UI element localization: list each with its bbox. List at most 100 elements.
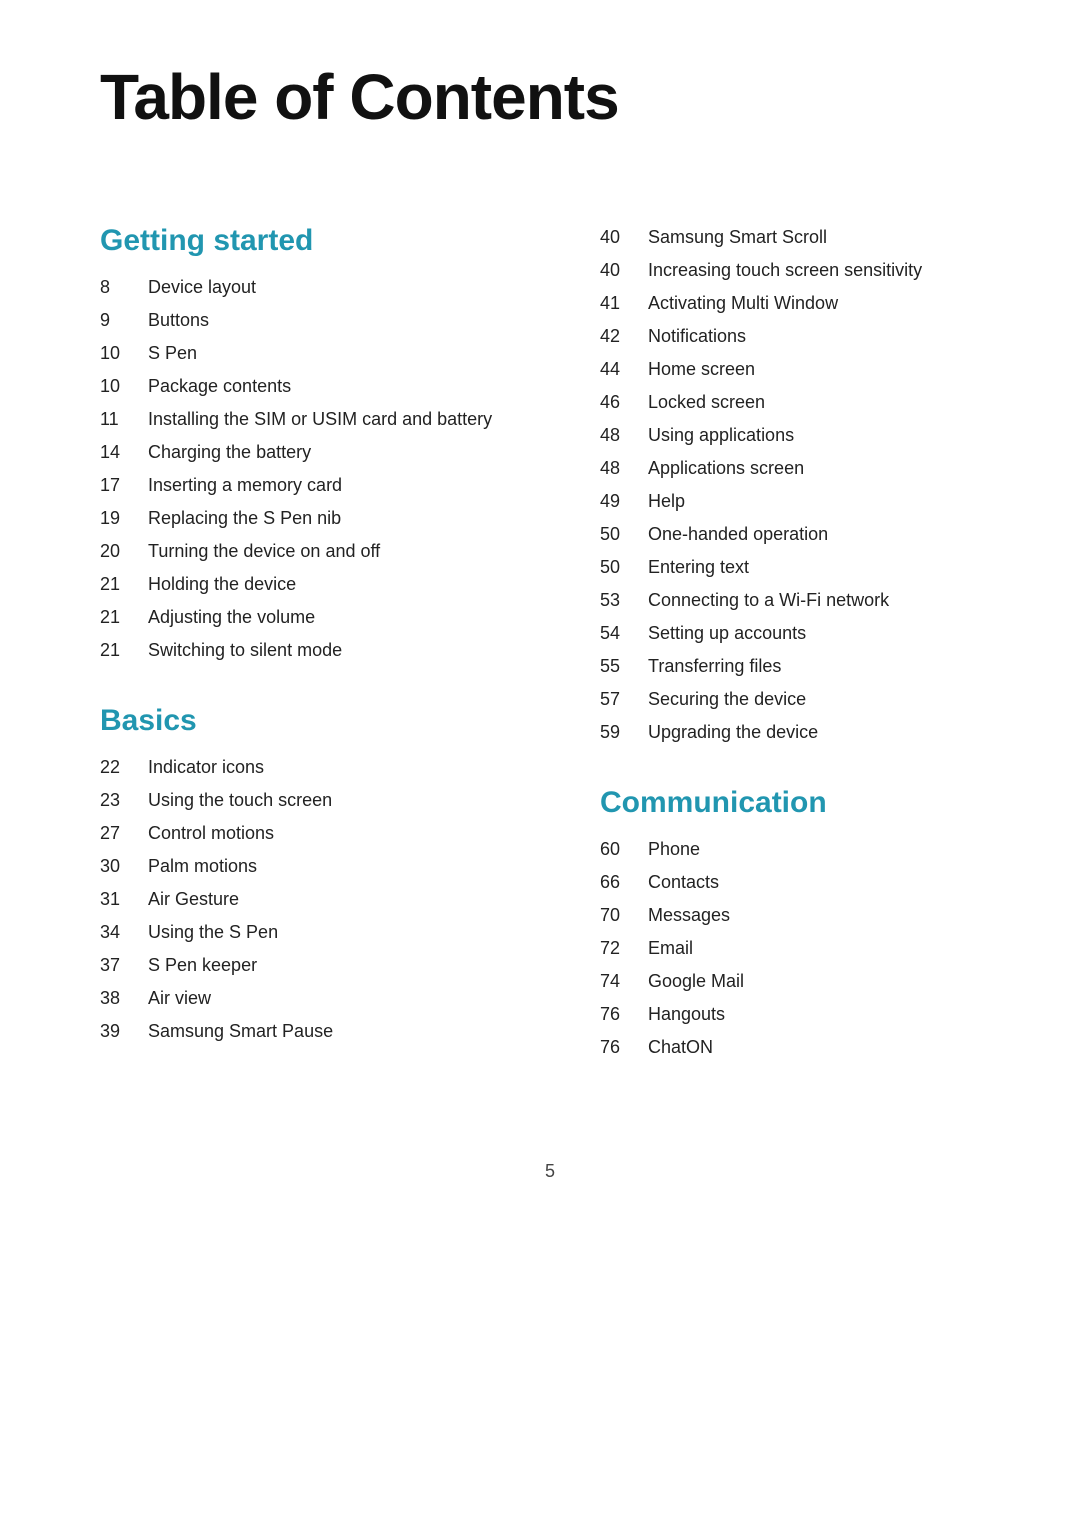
list-item: 55Transferring files [600, 653, 1000, 680]
toc-page-number: 46 [600, 389, 648, 416]
toc-item-text: Locked screen [648, 389, 765, 416]
toc-page-number: 41 [600, 290, 648, 317]
toc-item-text: Transferring files [648, 653, 781, 680]
toc-item-text: Adjusting the volume [148, 604, 315, 631]
toc-page-number: 11 [100, 406, 148, 433]
toc-item-text: Setting up accounts [648, 620, 806, 647]
toc-item-text: Home screen [648, 356, 755, 383]
toc-page-number: 76 [600, 1001, 648, 1028]
toc-item-text: Notifications [648, 323, 746, 350]
toc-page-number: 8 [100, 274, 148, 301]
toc-item-text: Charging the battery [148, 439, 311, 466]
toc-page-number: 55 [600, 653, 648, 680]
toc-page-number: 53 [600, 587, 648, 614]
list-item: 50One-handed operation [600, 521, 1000, 548]
list-item: 21Holding the device [100, 571, 500, 598]
list-item: 21Switching to silent mode [100, 637, 500, 664]
list-item: 21Adjusting the volume [100, 604, 500, 631]
page-title: Table of Contents [100, 60, 1000, 134]
toc-item-text: Using applications [648, 422, 794, 449]
toc-page-number: 54 [600, 620, 648, 647]
list-item: 76ChatON [600, 1034, 1000, 1061]
list-item: 59Upgrading the device [600, 719, 1000, 746]
list-item: 31Air Gesture [100, 886, 500, 913]
toc-item-text: Samsung Smart Pause [148, 1018, 333, 1045]
toc-item-text: S Pen [148, 340, 197, 367]
toc-page-number: 21 [100, 571, 148, 598]
list-item: 48Applications screen [600, 455, 1000, 482]
toc-item-text: Connecting to a Wi-Fi network [648, 587, 889, 614]
list-item: 54Setting up accounts [600, 620, 1000, 647]
toc-item-text: Email [648, 935, 693, 962]
toc-page-number: 17 [100, 472, 148, 499]
toc-page-number: 42 [600, 323, 648, 350]
toc-page-number: 72 [600, 935, 648, 962]
toc-item-text: Securing the device [648, 686, 806, 713]
list-item: 40Samsung Smart Scroll [600, 224, 1000, 251]
toc-page-number: 57 [600, 686, 648, 713]
toc-page-number: 23 [100, 787, 148, 814]
list-item: 53Connecting to a Wi-Fi network [600, 587, 1000, 614]
list-item: 17Inserting a memory card [100, 472, 500, 499]
list-item: 20Turning the device on and off [100, 538, 500, 565]
list-item: 38Air view [100, 985, 500, 1012]
toc-item-text: Package contents [148, 373, 291, 400]
list-item: 66Contacts [600, 869, 1000, 896]
toc-item-text: Help [648, 488, 685, 515]
list-item: 60Phone [600, 836, 1000, 863]
toc-item-text: Messages [648, 902, 730, 929]
toc-item-text: Replacing the S Pen nib [148, 505, 341, 532]
toc-item-text: Increasing touch screen sensitivity [648, 257, 922, 284]
toc-item-text: Indicator icons [148, 754, 264, 781]
toc-page-number: 22 [100, 754, 148, 781]
toc-page-number: 10 [100, 340, 148, 367]
toc-page-number: 66 [600, 869, 648, 896]
toc-page-number: 19 [100, 505, 148, 532]
toc-item-text: Inserting a memory card [148, 472, 342, 499]
list-item: 10S Pen [100, 340, 500, 367]
toc-item-text: Google Mail [648, 968, 744, 995]
toc-page-number: 14 [100, 439, 148, 466]
toc-page-number: 48 [600, 455, 648, 482]
toc-item-text: ChatON [648, 1034, 713, 1061]
toc-page-number: 40 [600, 224, 648, 251]
list-item: 23Using the touch screen [100, 787, 500, 814]
toc-page-number: 49 [600, 488, 648, 515]
list-item: 74Google Mail [600, 968, 1000, 995]
list-item: 50Entering text [600, 554, 1000, 581]
toc-page-number: 30 [100, 853, 148, 880]
toc-page-number: 59 [600, 719, 648, 746]
toc-item-text: Buttons [148, 307, 209, 334]
list-item: 37S Pen keeper [100, 952, 500, 979]
list-item: 46Locked screen [600, 389, 1000, 416]
toc-item-text: Contacts [648, 869, 719, 896]
list-item: 19Replacing the S Pen nib [100, 505, 500, 532]
toc-item-text: S Pen keeper [148, 952, 257, 979]
toc-item-text: Device layout [148, 274, 256, 301]
toc-page-number: 48 [600, 422, 648, 449]
toc-page-number: 70 [600, 902, 648, 929]
toc-item-text: Switching to silent mode [148, 637, 342, 664]
toc-item-text: Phone [648, 836, 700, 863]
list-item: 30Palm motions [100, 853, 500, 880]
toc-item-text: Palm motions [148, 853, 257, 880]
toc-page-number: 76 [600, 1034, 648, 1061]
toc-item-text: Holding the device [148, 571, 296, 598]
toc-page-number: 60 [600, 836, 648, 863]
toc-page-number: 20 [100, 538, 148, 565]
toc-item-text: Activating Multi Window [648, 290, 838, 317]
toc-page-number: 21 [100, 637, 148, 664]
toc-page-number: 37 [100, 952, 148, 979]
list-item: 41Activating Multi Window [600, 290, 1000, 317]
toc-item-text: Air view [148, 985, 211, 1012]
toc-page-number: 9 [100, 307, 148, 334]
list-item: 40Increasing touch screen sensitivity [600, 257, 1000, 284]
list-item: 9Buttons [100, 307, 500, 334]
toc-page-number: 50 [600, 554, 648, 581]
toc-item-text: Using the touch screen [148, 787, 332, 814]
toc-item-text: Turning the device on and off [148, 538, 380, 565]
list-item: 8Device layout [100, 274, 500, 301]
list-item: 72Email [600, 935, 1000, 962]
list-item: 39Samsung Smart Pause [100, 1018, 500, 1045]
page-number: 5 [100, 1161, 1000, 1182]
